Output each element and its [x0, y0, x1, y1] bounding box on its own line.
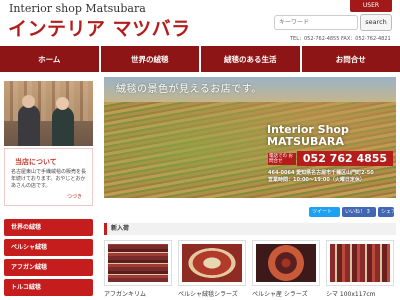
- contact-info: TEL：052-762-4855 FAX：052-762-4821: [290, 36, 391, 42]
- like-button[interactable]: いいね！ 3: [342, 207, 376, 217]
- product-name[interactable]: ペルシャ絨毯シラーズ: [178, 289, 246, 298]
- product-image[interactable]: [178, 240, 246, 286]
- banner-phone: 052 762 4855: [297, 151, 393, 166]
- social-buttons: ツイート いいね！ 3 シェア: [309, 207, 396, 217]
- search-button[interactable]: search: [360, 14, 392, 31]
- banner-slogan: 絨毯の景色が見えるお店です。: [116, 84, 262, 95]
- shop-info-text: 名古屋東山で手織絨毯の販売を長年続けております。おやじとおかあさんの店です。: [11, 169, 87, 189]
- person-figure: [18, 105, 40, 146]
- person-head: [56, 97, 69, 110]
- user-button[interactable]: USER: [350, 0, 392, 12]
- product-image[interactable]: [252, 240, 320, 286]
- person-figure: [52, 107, 74, 146]
- product-card[interactable]: シマ 100x117cm: [326, 240, 394, 298]
- shop-info-title: 当店について: [15, 158, 57, 166]
- product-image[interactable]: [326, 240, 394, 286]
- nav-item-world-rugs[interactable]: 世界の絨毯: [101, 46, 201, 72]
- owners-photo: [4, 81, 93, 146]
- product-card[interactable]: ペルシャ絨毯シラーズ: [178, 240, 246, 298]
- rug-image: [256, 244, 316, 282]
- product-name[interactable]: ペルシャ産 シラーズ: [252, 289, 320, 298]
- banner-hours: 営業時間：10:00～19:00（火曜日定休）: [268, 177, 365, 183]
- hero-banner[interactable]: 絨毯の景色が見えるお店です。 Interior Shop MATSUBARA 電…: [104, 77, 396, 198]
- product-card[interactable]: アフガンキリム: [104, 240, 172, 298]
- product-list: アフガンキリム ペルシャ絨毯シラーズ ペルシャ産 シラーズ シマ 100x117…: [104, 240, 396, 298]
- main-nav: ホーム 世界の絨毯 絨毯のある生活 お問合せ: [0, 46, 400, 72]
- rug-image: [330, 244, 390, 282]
- side-menu: 世界の絨毯 ペルシャ絨毯 アフガン絨毯 トルコ絨毯: [4, 219, 93, 299]
- banner-address: 464-0064 愛知県名古屋市千種区山門町2-50 営業時間：10:00～19…: [268, 170, 396, 184]
- banner-phone-label: 電話での お問合せ: [268, 153, 296, 165]
- product-name[interactable]: シマ 100x117cm: [326, 289, 394, 298]
- rug-image: [108, 244, 168, 282]
- nav-item-home[interactable]: ホーム: [0, 46, 101, 72]
- side-menu-world-rugs[interactable]: 世界の絨毯: [4, 219, 93, 236]
- nav-item-rug-life[interactable]: 絨毯のある生活: [201, 46, 302, 72]
- new-arrivals-title: 新入荷: [104, 223, 396, 235]
- product-image[interactable]: [104, 240, 172, 286]
- tweet-button[interactable]: ツイート: [309, 207, 340, 217]
- side-menu-afghan-rugs[interactable]: アフガン絨毯: [4, 259, 93, 276]
- search-input[interactable]: [274, 15, 358, 30]
- shop-info-more-link[interactable]: つづき: [67, 193, 82, 200]
- site-header: Interior shop Matsubara インテリア マツバラ USER …: [0, 0, 400, 45]
- shop-info-box: 当店について 名古屋東山で手織絨毯の販売を長年続けております。おやじとおかあさん…: [4, 148, 93, 206]
- banner-address-line: 464-0064 愛知県名古屋市千種区山門町2-50: [268, 170, 374, 176]
- product-name[interactable]: アフガンキリム: [104, 289, 172, 298]
- side-menu-persian-rugs[interactable]: ペルシャ絨毯: [4, 239, 93, 256]
- site-logo[interactable]: インテリア マツバラ: [8, 14, 191, 41]
- rug-image: [182, 244, 242, 282]
- nav-item-contact[interactable]: お問合せ: [302, 46, 400, 72]
- side-menu-turkish-rugs[interactable]: トルコ絨毯: [4, 279, 93, 296]
- product-card[interactable]: ペルシャ産 シラーズ: [252, 240, 320, 298]
- banner-title: Interior Shop MATSUBARA: [267, 123, 349, 148]
- person-head: [22, 95, 35, 108]
- share-button[interactable]: シェア: [378, 207, 396, 217]
